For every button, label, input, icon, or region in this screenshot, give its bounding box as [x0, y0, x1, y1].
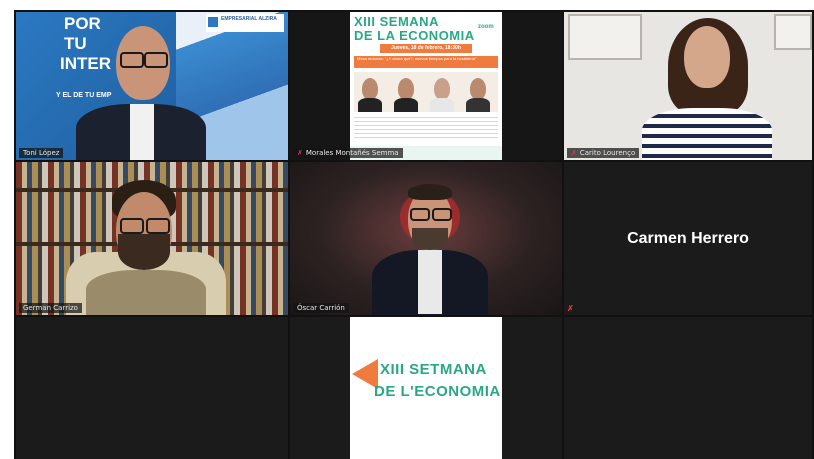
speaker-body-2	[394, 98, 418, 112]
event-poster-large: XIII SETMANA DE L'ECONOMIA	[350, 317, 502, 459]
muted-mic-icon: ✗	[297, 149, 303, 157]
speaker-body-1	[358, 98, 382, 112]
video-tile-morales-montanes[interactable]: XIII SEMANA DE LA ECONOMIA zoom Jueves, …	[290, 12, 562, 160]
speaker-photo-1	[362, 78, 378, 100]
banner-logo: EMPRESARIAL ALZIRA	[206, 14, 284, 32]
beard	[118, 234, 170, 270]
glasses-icon-right	[432, 208, 452, 221]
video-tile-toni-lopez[interactable]: POR TU INTER Y EL DE TU EMP EMPRESARIAL …	[16, 12, 288, 160]
logo-text: EMPRESARIAL ALZIRA	[221, 16, 277, 22]
poster-date: Jueves, 18 de febrero, 18:30h	[391, 45, 461, 51]
event-poster: XIII SEMANA DE LA ECONOMIA zoom Jueves, …	[350, 12, 502, 160]
poster-large-title-1: XIII SETMANA	[380, 361, 487, 378]
muted-mic-icon: ✗	[567, 304, 574, 313]
speaker-photo-2	[398, 78, 414, 100]
beard	[412, 228, 448, 250]
empty-tile-left	[16, 317, 288, 459]
poster-topic: Mesa redonda: "¿Y ahora qué?, nuevos tie…	[357, 56, 477, 61]
person-body	[86, 270, 206, 315]
participant-name-tag: Toni López	[19, 148, 64, 158]
poster-date-band: Jueves, 18 de febrero, 18:30h	[380, 44, 472, 53]
glasses-icon	[410, 208, 430, 221]
banner-text-3: INTER	[60, 54, 111, 73]
glasses-icon-right	[144, 52, 168, 68]
participant-name-tag: German Carrizo	[19, 303, 82, 313]
banner-text-4: Y EL DE TU EMP	[56, 92, 112, 99]
video-grid: POR TU INTER Y EL DE TU EMP EMPRESARIAL …	[14, 10, 814, 459]
poster-title-1: XIII SEMANA	[354, 14, 439, 29]
video-tile-carito-lourenco[interactable]: ✗ Carito Lourenço	[564, 12, 812, 160]
poster-speaker-text	[354, 114, 498, 140]
empty-tile-right	[564, 317, 812, 459]
participant-name-tag: ✗ Carito Lourenço	[567, 148, 640, 158]
person-body-striped-shirt	[642, 108, 772, 160]
speaker-body-4	[466, 98, 490, 112]
poster-large-title-2: DE L'ECONOMIA	[374, 383, 501, 400]
speaker-photo-4	[470, 78, 486, 100]
participant-display-name: Carmen Herrero	[627, 229, 749, 247]
speaker-body-3	[430, 98, 454, 112]
wall-picture-frame-right	[774, 14, 812, 50]
participant-name-tag: ✗ Morales Montañés Semma	[293, 148, 403, 158]
glasses-icon	[120, 52, 144, 68]
wall-picture-frame	[568, 14, 642, 60]
shirt-collar	[418, 250, 442, 314]
person-head	[684, 26, 730, 88]
glasses-icon-right	[146, 218, 170, 234]
participant-name-tag: Óscar Carrión	[293, 303, 349, 313]
shirt-collar	[130, 104, 154, 160]
banner-text-2: TU	[64, 34, 87, 53]
video-tile-german-carrizo[interactable]: German Carrizo	[16, 162, 288, 315]
poster-topic-band: Mesa redonda: "¿Y ahora qué?, nuevos tie…	[354, 56, 498, 68]
poster-zoom-badge: zoom	[478, 24, 494, 30]
video-tile-event-poster[interactable]: XIII SETMANA DE L'ECONOMIA	[290, 317, 562, 459]
video-tile-oscar-carrion[interactable]: Óscar Carrión	[290, 162, 562, 315]
muted-mic-icon: ✗	[571, 149, 577, 157]
person-hair	[408, 184, 452, 200]
video-tile-carmen-herrero[interactable]: Carmen Herrero ✗	[564, 162, 812, 315]
speaker-photo-3	[434, 78, 450, 100]
poster-title-2: DE LA ECONOMIA	[354, 28, 475, 43]
logo-mark-icon	[208, 17, 218, 27]
banner-text-1: POR	[64, 14, 101, 33]
glasses-icon	[120, 218, 144, 234]
